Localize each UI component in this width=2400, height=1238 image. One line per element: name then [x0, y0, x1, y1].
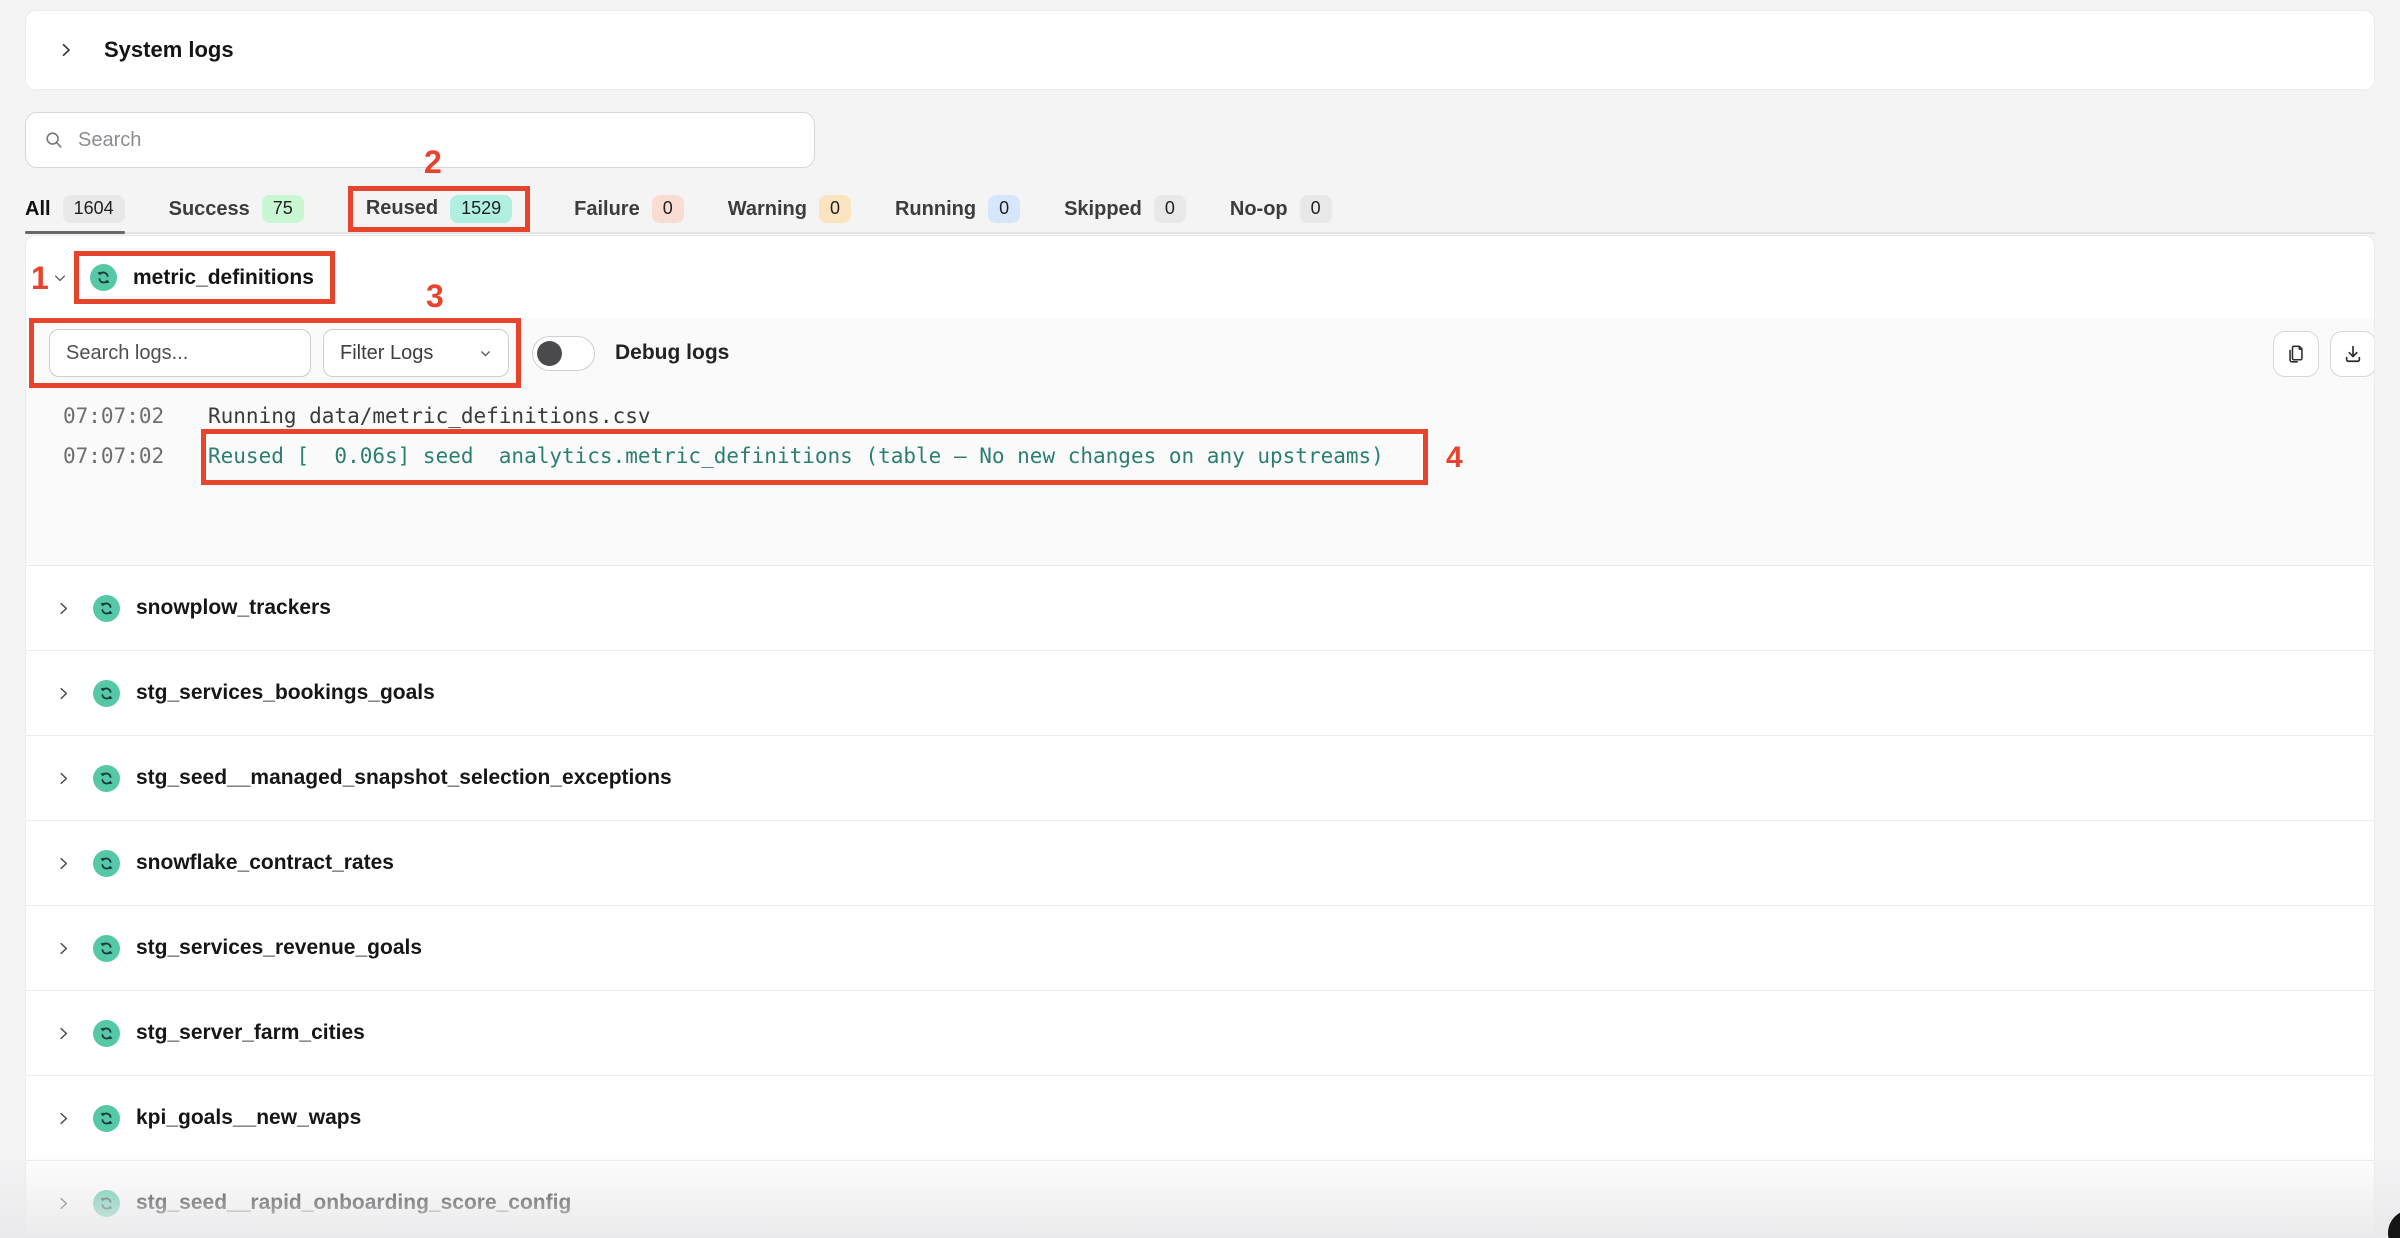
- model-name: stg_services_revenue_goals: [136, 936, 422, 960]
- reused-sync-icon: [93, 595, 120, 622]
- search-icon: [44, 130, 64, 150]
- filter-logs-select[interactable]: Filter Logs: [323, 329, 509, 377]
- log-line: 07:07:02 Running data/metric_definitions…: [63, 404, 651, 428]
- chevron-right-icon: [56, 941, 71, 956]
- chevron-right-icon: [56, 686, 71, 701]
- annotation-4: 4: [1446, 443, 1463, 473]
- log-message-reused: Reused [ 0.06s] seed analytics.metric_de…: [208, 444, 1384, 468]
- reused-sync-icon: [93, 1020, 120, 1047]
- chevron-right-icon: [56, 601, 71, 616]
- toggle-knob: [537, 341, 562, 366]
- tab-count-badge: 1529: [450, 195, 512, 223]
- model-row-snowflake-contract-rates[interactable]: snowflake_contract_rates: [26, 821, 2374, 906]
- chevron-right-icon: [56, 1026, 71, 1041]
- model-row-stg-seed-managed-snapshot-selection-exceptions[interactable]: stg_seed__managed_snapshot_selection_exc…: [26, 736, 2374, 821]
- model-name: stg_seed__managed_snapshot_selection_exc…: [136, 766, 672, 790]
- tab-count-badge: 1604: [63, 195, 125, 223]
- model-name: stg_services_bookings_goals: [136, 681, 435, 705]
- chevron-right-icon: [56, 771, 71, 786]
- tab-skipped[interactable]: Skipped 0: [1064, 186, 1186, 232]
- model-name: snowflake_contract_rates: [136, 851, 394, 875]
- model-row-stg-services-revenue-goals[interactable]: stg_services_revenue_goals: [26, 906, 2374, 991]
- debug-logs-toggle[interactable]: [532, 336, 595, 371]
- tab-warning[interactable]: Warning 0: [728, 186, 851, 232]
- tab-label: Warning: [728, 198, 807, 221]
- search-bar: [25, 112, 815, 168]
- model-rows: snowplow_trackers stg_services_bookings_…: [26, 566, 2374, 1238]
- tab-success[interactable]: Success 75: [169, 186, 304, 232]
- tab-reused[interactable]: Reused 1529: [366, 195, 512, 223]
- models-list-card: 1 metric_definitions 3: [25, 235, 2375, 1238]
- annotation-box-model: metric_definitions: [74, 251, 335, 304]
- tab-running[interactable]: Running 0: [895, 186, 1020, 232]
- reused-sync-icon: [93, 765, 120, 792]
- tab-count-badge: 0: [1154, 195, 1186, 223]
- system-logs-header[interactable]: System logs: [25, 10, 2375, 90]
- tab-count-badge: 0: [819, 195, 851, 223]
- reused-sync-icon: [93, 1105, 120, 1132]
- annotation-3: 3: [426, 280, 444, 312]
- reused-sync-icon: [93, 850, 120, 877]
- tab-label: Reused: [366, 197, 438, 220]
- annotation-1: 1: [31, 262, 49, 294]
- model-name: metric_definitions: [133, 266, 314, 290]
- model-name: snowplow_trackers: [136, 596, 331, 620]
- chevron-right-icon: [58, 42, 74, 58]
- reused-sync-icon: [93, 1190, 120, 1217]
- log-line: 07:07:02 Reused [ 0.06s] seed analytics.…: [63, 444, 1384, 468]
- chevron-down-icon[interactable]: [53, 271, 67, 285]
- tab-all[interactable]: All 1604: [25, 186, 125, 232]
- reused-sync-icon: [90, 264, 117, 291]
- log-timestamp: 07:07:02: [63, 444, 208, 468]
- model-name: kpi_goals__new_waps: [136, 1106, 361, 1130]
- tab-label: All: [25, 198, 51, 221]
- model-row-metric-definitions[interactable]: 1 metric_definitions 3: [26, 236, 2374, 319]
- filter-logs-label: Filter Logs: [340, 342, 433, 365]
- log-panel: Filter Logs Debug logs: [26, 319, 2374, 566]
- system-logs-page: System logs 2 All 1604 Success 75 Reused…: [0, 0, 2400, 1238]
- copy-icon: [2285, 343, 2307, 365]
- model-row-stg-services-bookings-goals[interactable]: stg_services_bookings_goals: [26, 651, 2374, 736]
- download-logs-button[interactable]: [2330, 331, 2375, 377]
- log-message: Running data/metric_definitions.csv: [208, 404, 651, 428]
- reused-sync-icon: [93, 935, 120, 962]
- reused-sync-icon: [93, 680, 120, 707]
- tab-label: Skipped: [1064, 198, 1142, 221]
- debug-logs-label: Debug logs: [615, 341, 729, 365]
- model-row-stg-server-farm-cities[interactable]: stg_server_farm_cities: [26, 991, 2374, 1076]
- tab-count-badge: 0: [988, 195, 1020, 223]
- tab-count-badge: 75: [262, 195, 304, 223]
- chevron-right-icon: [56, 856, 71, 871]
- annotation-box-reused-tab: Reused 1529: [348, 186, 530, 232]
- status-tabs: All 1604 Success 75 Reused 1529 Failure …: [25, 186, 2375, 234]
- chevron-right-icon: [56, 1111, 71, 1126]
- cursor-artifact: [2388, 1210, 2400, 1238]
- copy-logs-button[interactable]: [2273, 331, 2319, 377]
- model-row-kpi-goals-new-waps[interactable]: kpi_goals__new_waps: [26, 1076, 2374, 1161]
- tab-count-badge: 0: [652, 195, 684, 223]
- model-name: stg_server_farm_cities: [136, 1021, 365, 1045]
- tab-label: No-op: [1230, 198, 1288, 221]
- chevron-right-icon: [56, 1196, 71, 1211]
- model-row-stg-seed-rapid-onboarding-score-config[interactable]: stg_seed__rapid_onboarding_score_config: [26, 1161, 2374, 1238]
- model-row-snowplow-trackers[interactable]: snowplow_trackers: [26, 566, 2374, 651]
- tab-failure[interactable]: Failure 0: [574, 186, 684, 232]
- annotation-2: 2: [424, 146, 442, 178]
- chevron-down-icon: [479, 347, 492, 360]
- tab-label: Failure: [574, 198, 640, 221]
- page-title: System logs: [104, 37, 234, 63]
- tab-label: Success: [169, 198, 250, 221]
- tab-noop[interactable]: No-op 0: [1230, 186, 1332, 232]
- search-logs-input[interactable]: [49, 329, 311, 377]
- model-name: stg_seed__rapid_onboarding_score_config: [136, 1191, 571, 1215]
- tab-count-badge: 0: [1300, 195, 1332, 223]
- tab-label: Running: [895, 198, 976, 221]
- download-icon: [2342, 343, 2364, 365]
- log-timestamp: 07:07:02: [63, 404, 208, 428]
